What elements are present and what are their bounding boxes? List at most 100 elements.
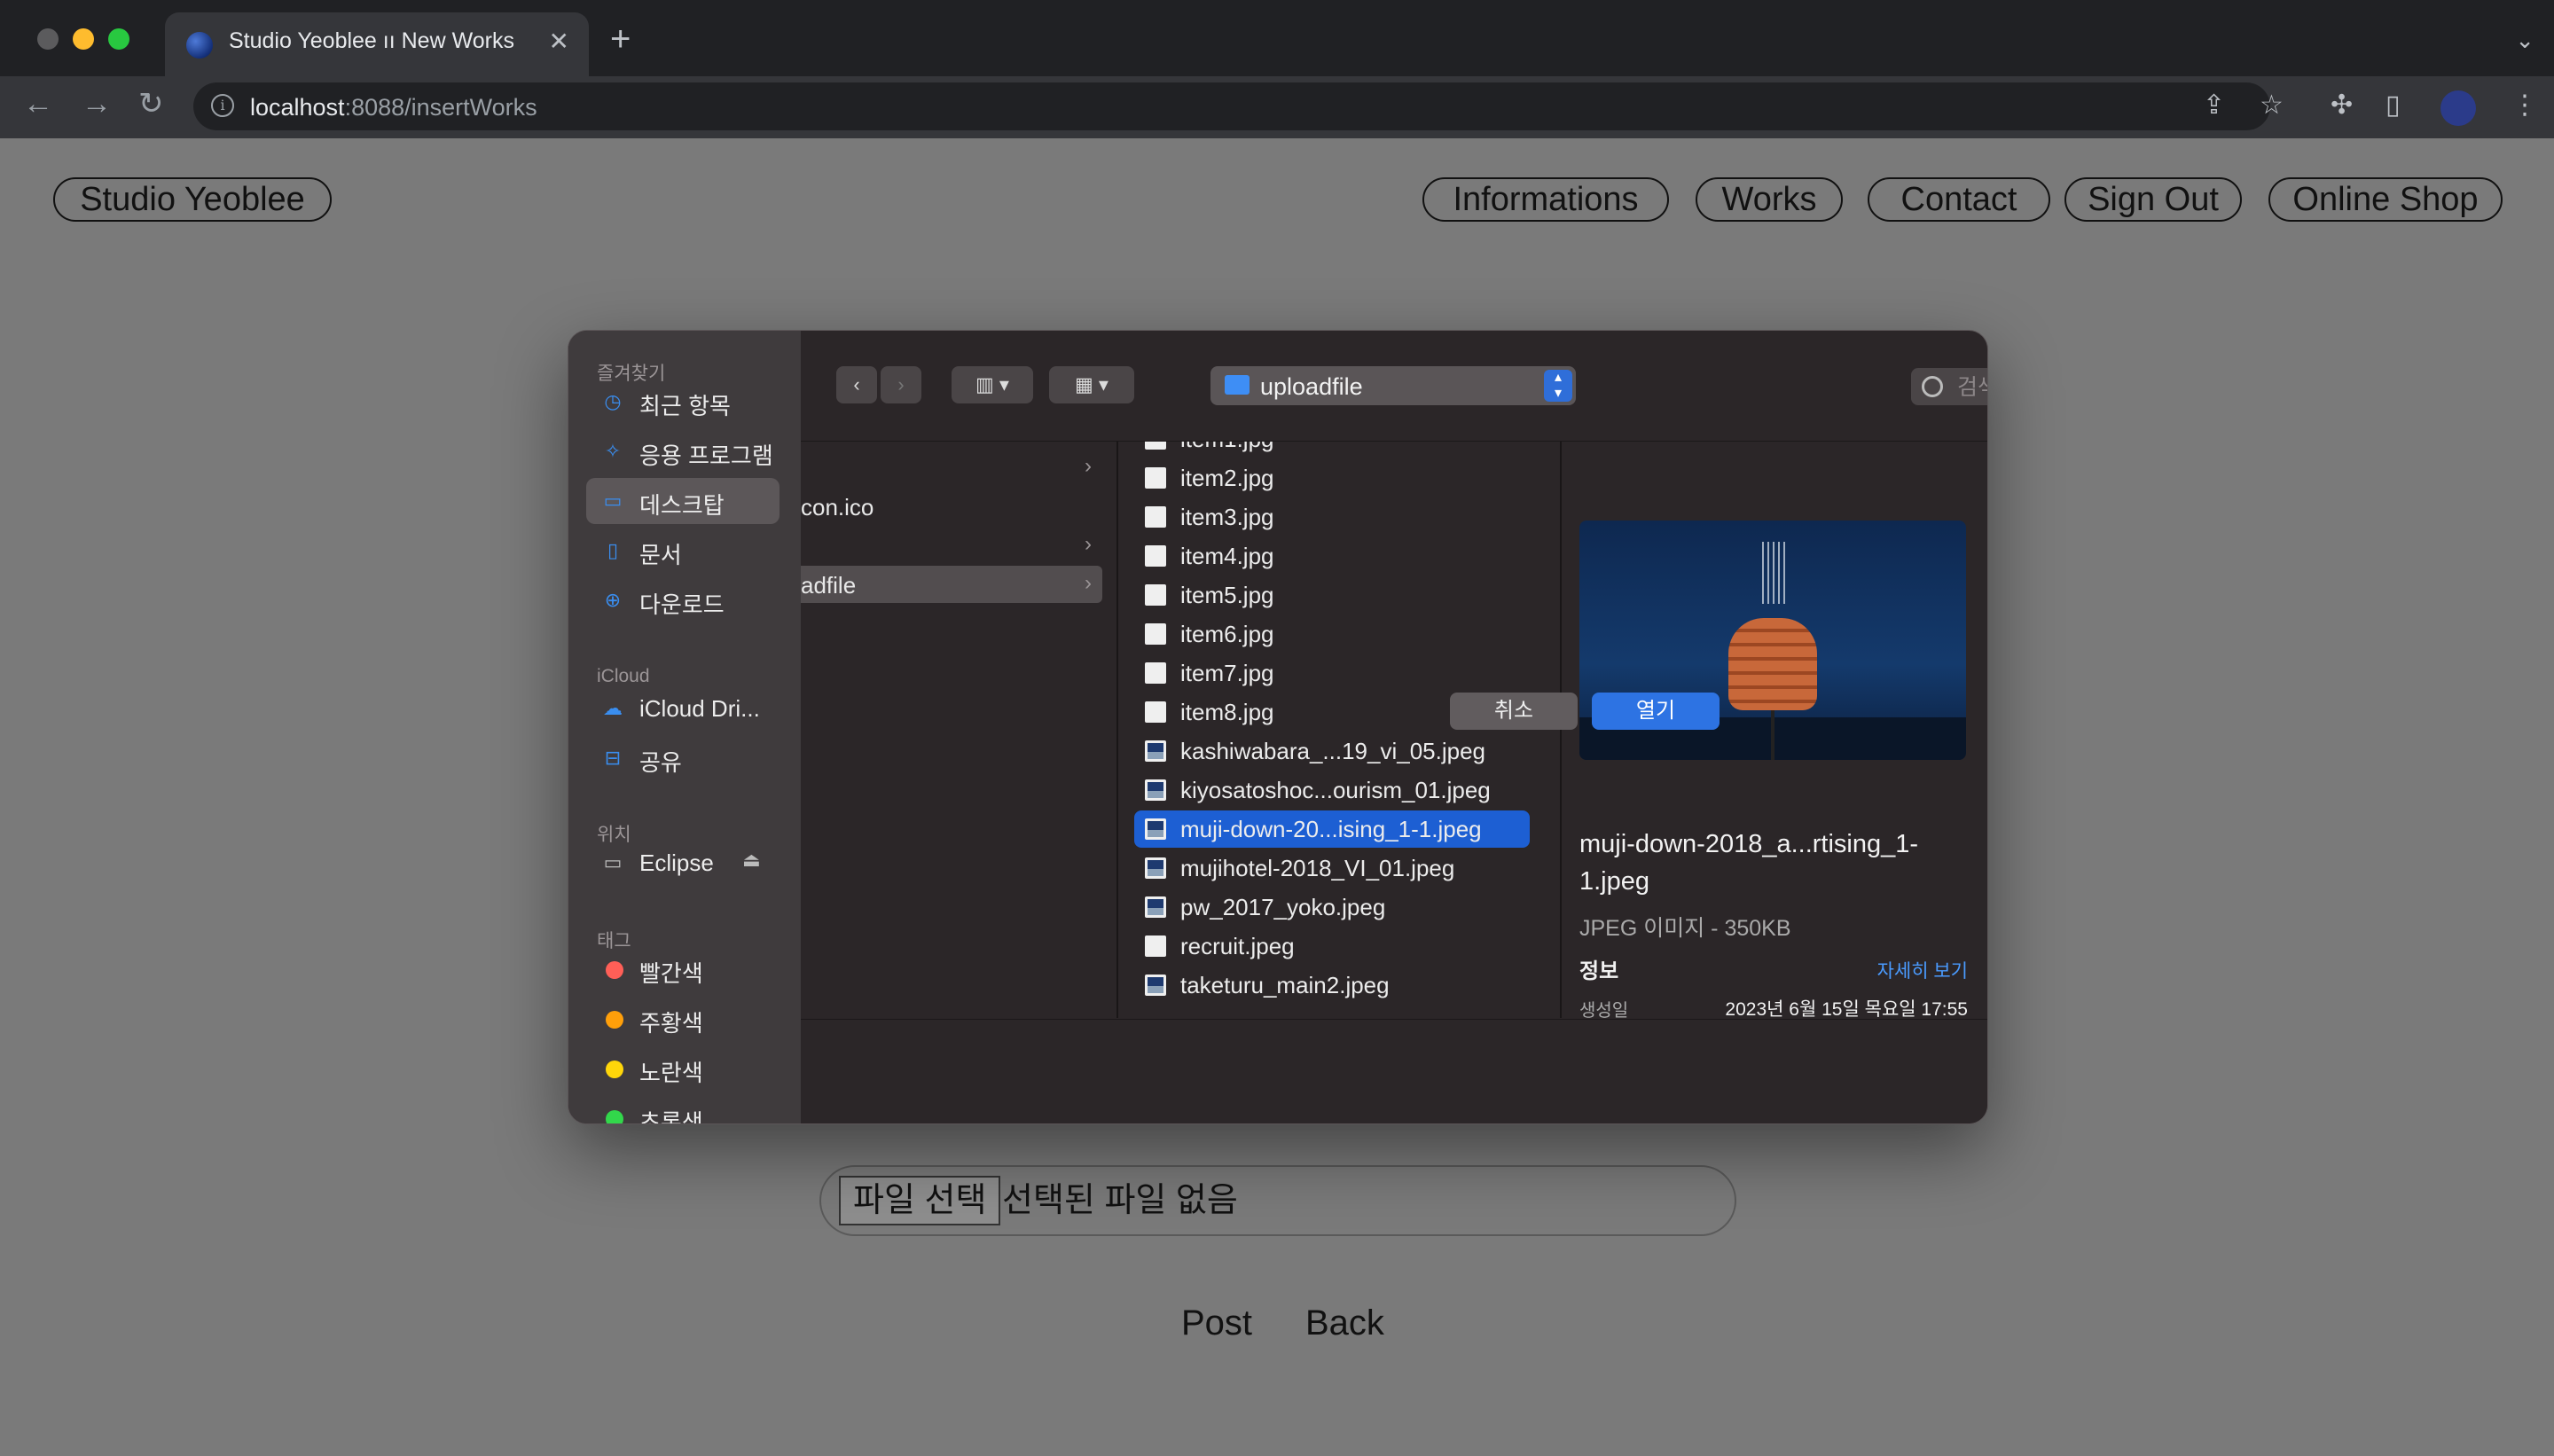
search-input[interactable]	[1955, 373, 1987, 402]
sidebar-item-eclipse[interactable]: ▭ Eclipse ⏏	[586, 840, 780, 886]
sidebar-item-label: 데스크탑	[639, 492, 725, 519]
file-name: pw_2017_yoko.jpeg	[1180, 894, 1386, 920]
sidebar-item-downloads[interactable]: ⊕ 다운로드	[586, 577, 780, 623]
dialog-toolbar: ‹ › ▥ ▾ ▦ ▾ uploadfile ▴ ▾	[801, 331, 1987, 442]
nav-contact[interactable]: Contact	[1868, 177, 2050, 222]
clock-icon: ◷	[604, 390, 622, 412]
tag-orange[interactable]: 주황색	[586, 996, 780, 1042]
minimize-window-button[interactable]	[73, 28, 94, 50]
bookmark-star-icon[interactable]: ☆	[2260, 92, 2284, 119]
list-item-label: adfile	[801, 572, 857, 599]
choose-file-button[interactable]: 파일 선택	[839, 1176, 1001, 1225]
list-item-uploadfile[interactable]: adfile ›	[801, 566, 1102, 603]
tag-yellow[interactable]: 노란색	[586, 1045, 780, 1092]
sidebar-item-desktop[interactable]: ▭ 데스크탑	[586, 478, 780, 524]
browser-tab[interactable]: Studio Yeoblee ıı New Works ✕	[165, 12, 589, 76]
back-arrow-icon[interactable]: ←	[23, 89, 53, 119]
open-button[interactable]: 열기	[1592, 693, 1720, 730]
file-row[interactable]: taketuru_main2.jpeg	[1134, 967, 1530, 1004]
dialog-footer	[801, 1019, 1987, 1123]
list-item[interactable]: con.ico	[801, 488, 1102, 525]
sidebar-item-label: 초록색	[639, 1109, 703, 1124]
sidebar-item-shared[interactable]: ⊟ 공유	[586, 735, 780, 781]
file-row[interactable]: item5.jpg	[1134, 576, 1530, 614]
cancel-button[interactable]: 취소	[1450, 693, 1578, 730]
share-icon[interactable]: ⇪	[2203, 92, 2225, 119]
sidebar-item-label: Eclipse	[639, 849, 714, 876]
tab-close-button[interactable]: ✕	[549, 27, 569, 56]
file-row[interactable]: item2.jpg	[1134, 459, 1530, 497]
sidebar-item-documents[interactable]: ▯ 문서	[586, 528, 780, 574]
file-row[interactable]: kiyosatoshoc...ourism_01.jpeg	[1134, 771, 1530, 809]
file-row[interactable]: mujihotel-2018_VI_01.jpeg	[1134, 849, 1530, 887]
file-row[interactable]: item7.jpg	[1134, 654, 1530, 692]
sidebar-item-applications[interactable]: ✧ 응용 프로그램	[586, 428, 780, 474]
image-file-icon	[1145, 506, 1166, 528]
eject-icon[interactable]: ⏏	[742, 849, 761, 872]
image-file-icon	[1145, 442, 1166, 450]
image-file-icon	[1145, 818, 1166, 840]
tab-search-chevron-icon[interactable]: ⌄	[2515, 27, 2534, 54]
tag-red[interactable]: 빨간색	[586, 946, 780, 992]
sidebar-item-label: 빨간색	[639, 960, 703, 987]
group-by-button[interactable]: ▦ ▾	[1049, 366, 1134, 403]
file-row[interactable]: item6.jpg	[1134, 615, 1530, 653]
forward-arrow-icon[interactable]: →	[82, 89, 112, 119]
sidebar-item-recents[interactable]: ◷ 최근 항목	[586, 379, 780, 425]
maximize-window-button[interactable]	[108, 28, 129, 50]
browser-chrome: Studio Yeoblee ıı New Works ✕ + ⌄ ← → ↻ …	[0, 0, 2554, 138]
file-row[interactable]: kashiwabara_...19_vi_05.jpeg	[1134, 732, 1530, 770]
file-name: item2.jpg	[1180, 465, 1274, 491]
post-button[interactable]: Post	[1181, 1303, 1252, 1343]
address-bar[interactable]: i localhost:8088/insertWorks	[193, 82, 2270, 130]
preview-file-name: muji-down-2018_a...rtising_1-1.jpeg	[1579, 830, 1919, 896]
image-file-icon	[1145, 975, 1166, 996]
back-button[interactable]: Back	[1305, 1303, 1384, 1343]
file-name: recruit.jpeg	[1180, 933, 1295, 959]
side-panel-icon[interactable]: ▯	[2386, 92, 2401, 119]
forward-nav-button[interactable]: ›	[881, 366, 921, 403]
reload-icon[interactable]: ↻	[138, 89, 164, 119]
brand-link[interactable]: Studio Yeoblee	[53, 177, 332, 222]
tag-green[interactable]: 초록색	[586, 1095, 780, 1124]
profile-avatar[interactable]	[2440, 90, 2476, 126]
show-more-link[interactable]: 자세히 보기	[1877, 957, 1968, 983]
list-item-label: con.ico	[801, 494, 874, 521]
file-row-selected[interactable]: muji-down-20...ising_1-1.jpeg	[1134, 810, 1530, 848]
popup-stepper-icon: ▴ ▾	[1544, 370, 1572, 402]
file-row[interactable]: item3.jpg	[1134, 498, 1530, 536]
browser-column-parent: › con.ico › adfile ›	[801, 442, 1118, 1018]
nav-sign-out[interactable]: Sign Out	[2064, 177, 2242, 222]
list-item[interactable]: ›	[801, 527, 1102, 564]
file-row[interactable]: item1.jpg	[1134, 442, 1530, 458]
file-row[interactable]: recruit.jpeg	[1134, 928, 1530, 965]
image-file-icon	[1145, 701, 1166, 723]
list-item[interactable]: ›	[801, 449, 1102, 486]
nav-informations[interactable]: Informations	[1422, 177, 1669, 222]
search-icon	[1922, 376, 1943, 397]
file-input[interactable]: 파일 선택 선택된 파일 없음	[819, 1165, 1736, 1236]
extensions-puzzle-icon[interactable]: ✣	[2331, 92, 2353, 119]
tag-dot-icon	[606, 961, 623, 979]
tab-title: Studio Yeoblee ıı New Works	[229, 28, 514, 53]
apps-icon: ✧	[604, 440, 622, 462]
chevron-right-icon: ›	[1085, 532, 1092, 556]
close-window-button[interactable]	[37, 28, 59, 50]
file-name: item5.jpg	[1180, 582, 1274, 608]
nav-works[interactable]: Works	[1696, 177, 1843, 222]
site-info-icon[interactable]: i	[211, 94, 234, 117]
sidebar-item-icloud-drive[interactable]: ☁ iCloud Dri...	[586, 685, 780, 732]
sidebar-item-label: iCloud Dri...	[639, 695, 760, 722]
nav-online-shop[interactable]: Online Shop	[2268, 177, 2503, 222]
back-nav-button[interactable]: ‹	[836, 366, 877, 403]
new-tab-button[interactable]: +	[610, 21, 631, 57]
created-value: 2023년 6월 15일 목요일 17:55	[1725, 999, 1968, 1020]
search-field[interactable]	[1911, 368, 1987, 405]
location-popup[interactable]: uploadfile ▴ ▾	[1210, 366, 1576, 405]
sidebar-item-label: 다운로드	[639, 591, 725, 618]
view-columns-button[interactable]: ▥ ▾	[952, 366, 1033, 403]
file-row[interactable]: pw_2017_yoko.jpeg	[1134, 888, 1530, 926]
sidebar-item-label: 응용 프로그램	[639, 442, 773, 469]
file-row[interactable]: item4.jpg	[1134, 537, 1530, 575]
menu-kebab-icon[interactable]: ⋮	[2511, 92, 2538, 119]
